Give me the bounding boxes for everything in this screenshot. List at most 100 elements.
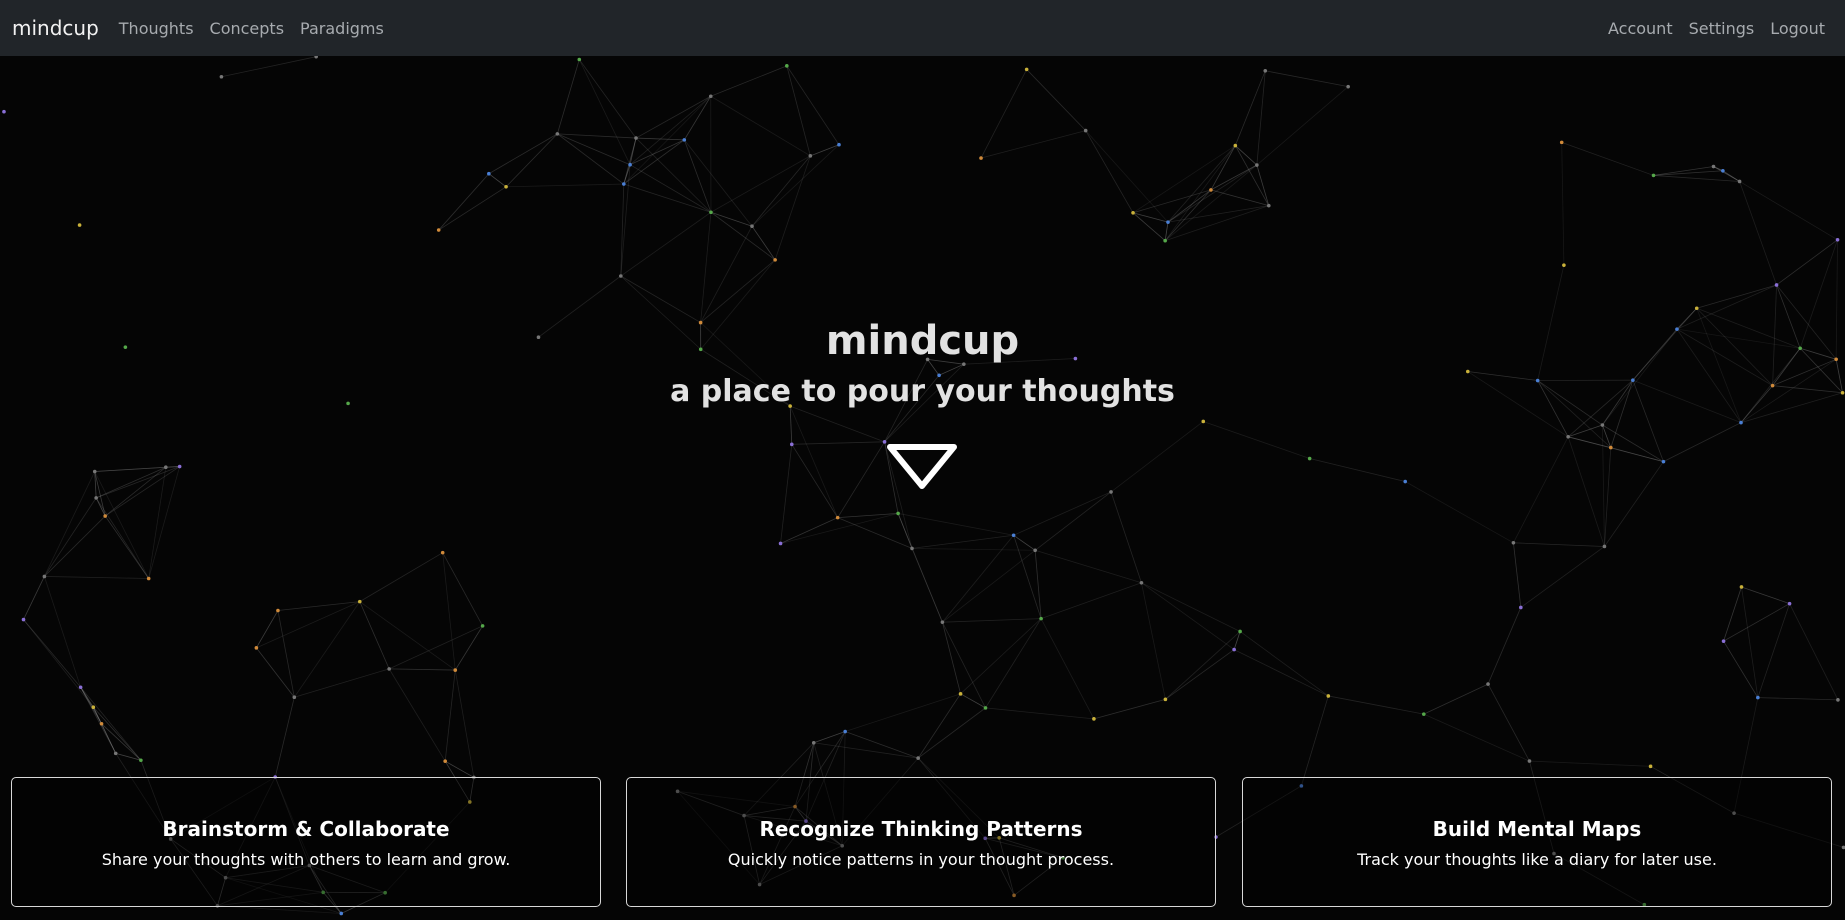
network-node [21, 617, 26, 622]
network-edge [1040, 618, 1095, 720]
network-edge [710, 65, 787, 97]
network-node [139, 758, 143, 763]
network-node [1739, 585, 1744, 589]
network-edge [912, 548, 1036, 551]
network-node [440, 550, 445, 555]
network-node [1559, 140, 1564, 145]
network-node [910, 546, 914, 551]
network-edge [1035, 549, 1142, 584]
network-node [1600, 423, 1605, 427]
network-node [983, 706, 988, 710]
network-node [1163, 697, 1168, 702]
network-edge [556, 59, 580, 134]
network-node [1209, 188, 1213, 192]
network-node [808, 154, 813, 158]
network-edge [710, 211, 776, 261]
network-node [1774, 283, 1779, 287]
triangle-down-icon[interactable] [884, 442, 960, 492]
network-node [1083, 128, 1088, 133]
network-node [146, 576, 151, 581]
network-edge [1132, 189, 1212, 214]
network-node [1661, 459, 1666, 464]
network-edge [1513, 436, 1569, 543]
network-edge [710, 211, 753, 227]
network-node [1519, 605, 1523, 610]
network-edge [786, 65, 811, 156]
nav-link-concepts[interactable]: Concepts [202, 19, 293, 38]
network-edge [44, 576, 149, 579]
network-node [896, 511, 900, 516]
network-edge [1301, 695, 1329, 786]
network-edge [1723, 586, 1742, 642]
network-edge [294, 668, 390, 698]
network-edge [1696, 284, 1777, 309]
network-node [1232, 647, 1236, 652]
network-node [837, 142, 841, 147]
feature-card-text: Track your thoughts like a diary for lat… [1357, 850, 1717, 869]
network-edge [898, 513, 1014, 536]
network-edge [810, 144, 840, 157]
network-edge [980, 130, 1086, 159]
network-node [1403, 479, 1408, 484]
network-edge [942, 622, 961, 694]
network-edge [629, 139, 685, 166]
network-edge [683, 96, 712, 141]
network-node [164, 465, 168, 470]
nav-link-logout[interactable]: Logout [1762, 19, 1833, 38]
network-edge [1604, 447, 1612, 547]
network-edge [454, 669, 475, 778]
network-node [78, 685, 83, 690]
network-edge [1741, 586, 1759, 698]
network-edge [1487, 607, 1522, 685]
nav-link-account[interactable]: Account [1600, 19, 1681, 38]
network-edge [837, 517, 913, 549]
network-node [1721, 639, 1726, 643]
network-node [487, 171, 491, 176]
network-node [357, 599, 362, 604]
network-edge [1722, 170, 1740, 182]
nav-link-settings[interactable]: Settings [1681, 19, 1763, 38]
network-edge [44, 576, 82, 688]
network-edge [683, 139, 712, 213]
network-edge [359, 552, 443, 602]
network-edge [1723, 640, 1759, 698]
network-node [628, 162, 632, 167]
network-node [1648, 764, 1653, 769]
network-edge [1567, 436, 1605, 547]
network-node [453, 668, 458, 672]
network-edge [1239, 631, 1329, 697]
network-node [619, 274, 623, 278]
network-node [916, 756, 920, 760]
network-edge [92, 707, 117, 754]
feature-card-text: Share your thoughts with others to learn… [101, 850, 511, 869]
nav-link-paradigms[interactable]: Paradigms [292, 19, 392, 38]
network-edge [1026, 69, 1086, 131]
feature-card-patterns: Recognize Thinking Patterns Quickly noti… [626, 777, 1216, 907]
network-edge [845, 693, 961, 732]
network-edge [1423, 683, 1489, 715]
network-edge [557, 133, 637, 139]
network-edge [1653, 166, 1714, 176]
network-edge [700, 259, 776, 323]
network-node [843, 729, 847, 734]
feature-card-text: Quickly notice patterns in your thought … [727, 850, 1115, 869]
network-edge [786, 65, 840, 145]
network-edge [1210, 189, 1269, 207]
feature-card-brainstorm: Brainstorm & Collaborate Share your thou… [11, 777, 601, 907]
network-node [387, 667, 391, 671]
network-edge [1085, 130, 1169, 223]
network-edge [1561, 142, 1565, 266]
nav-link-thoughts[interactable]: Thoughts [111, 19, 202, 38]
network-node [1163, 238, 1167, 243]
network-node [789, 442, 794, 447]
network-edge [942, 618, 1042, 623]
network-edge [1405, 481, 1514, 544]
network-node [1421, 712, 1426, 716]
network-edge [148, 466, 181, 579]
network-edge [1328, 695, 1424, 715]
network-edge [1741, 586, 1790, 605]
brand-logo-link[interactable]: mindcup [12, 16, 99, 40]
network-edge [104, 466, 167, 517]
network-edge [23, 576, 45, 620]
network-node [219, 74, 224, 79]
